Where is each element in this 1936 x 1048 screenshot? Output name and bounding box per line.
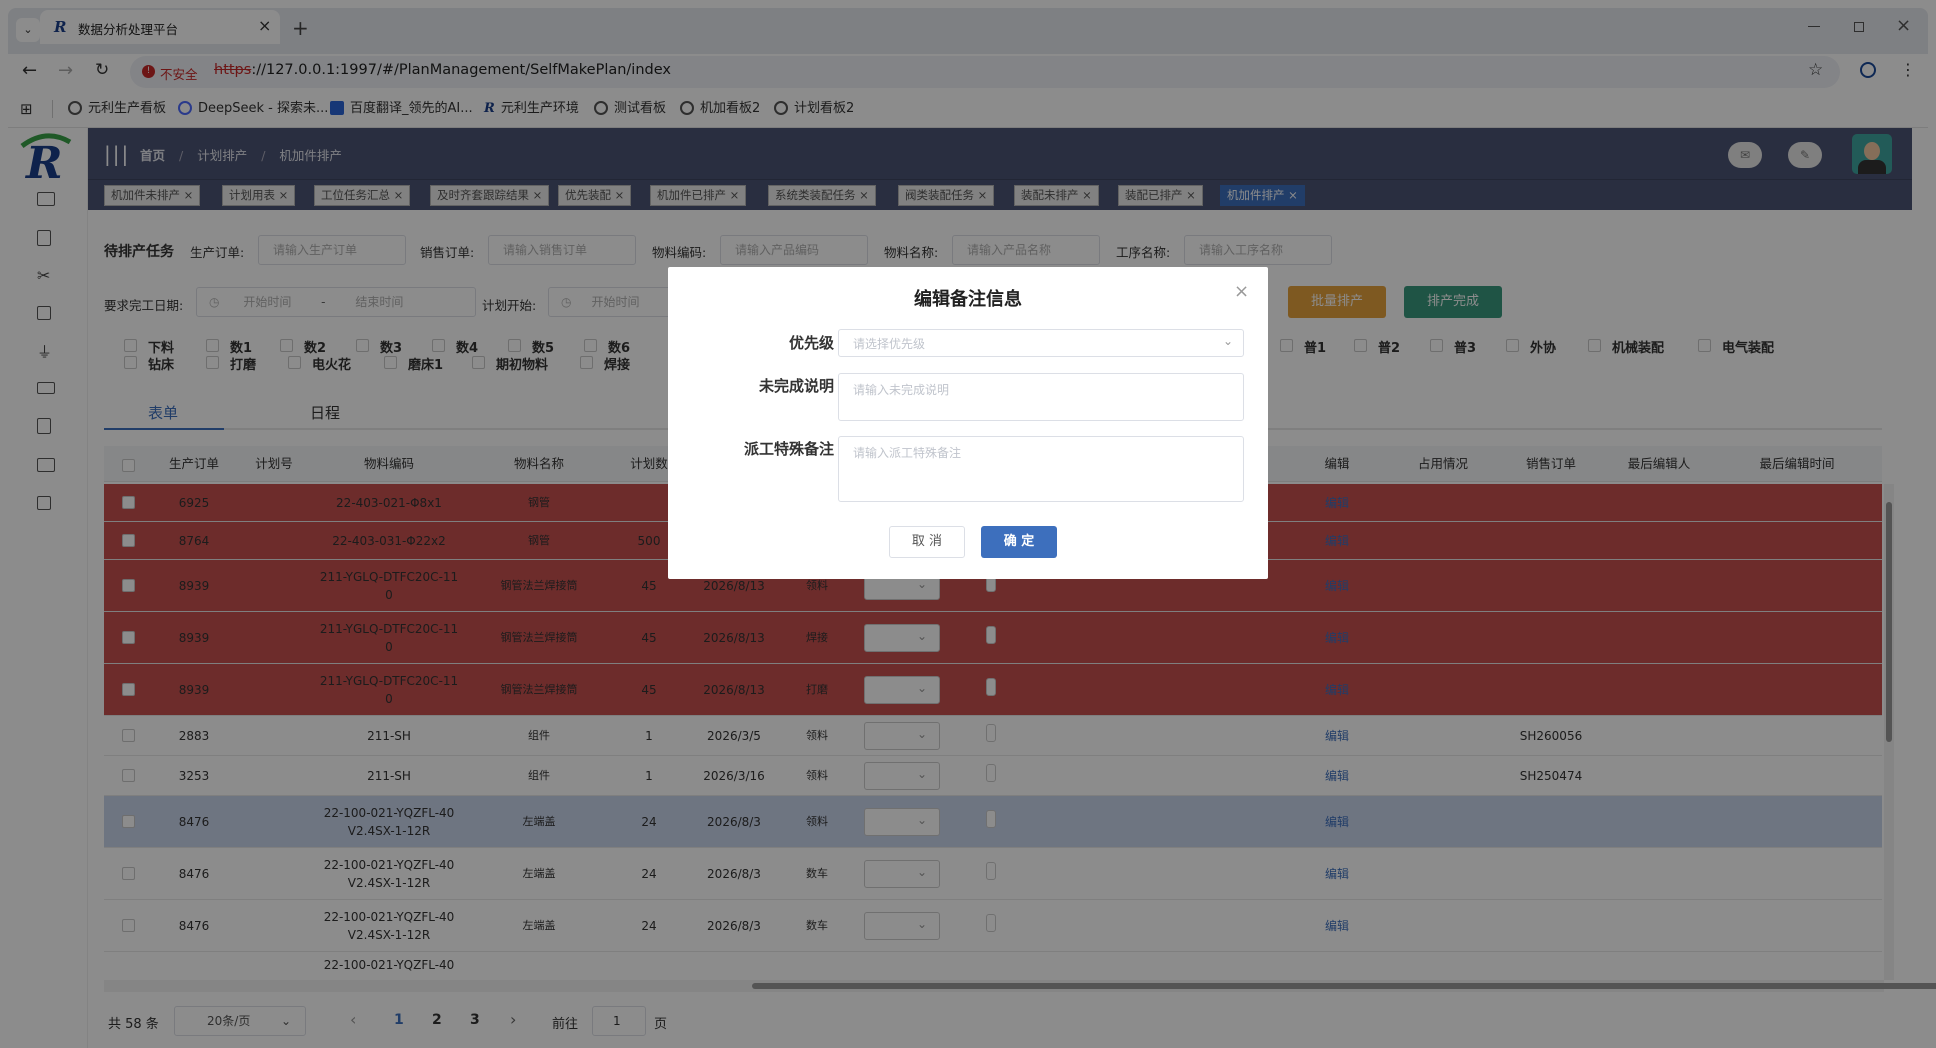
incomplete-label: 未完成说明: [758, 377, 834, 395]
special-remark-label: 派工特殊备注: [743, 440, 834, 458]
priority-label: 优先级: [788, 334, 834, 352]
special-remark-textarea[interactable]: 请输入派工特殊备注: [838, 436, 1244, 502]
incomplete-textarea[interactable]: 请输入未完成说明: [838, 373, 1244, 421]
close-icon[interactable]: ×: [1234, 281, 1249, 302]
priority-select[interactable]: 请选择优先级 ⌄: [838, 329, 1244, 357]
chevron-down-icon: ⌄: [1222, 334, 1233, 348]
priority-placeholder: 请选择优先级: [853, 337, 926, 351]
cancel-button[interactable]: 取 消: [889, 526, 965, 558]
confirm-button[interactable]: 确 定: [981, 526, 1057, 558]
dialog-title: 编辑备注信息: [914, 289, 1022, 310]
edit-remark-dialog: 编辑备注信息 × 优先级 请选择优先级 ⌄ 未完成说明 请输入未完成说明 派工特…: [668, 267, 1268, 579]
